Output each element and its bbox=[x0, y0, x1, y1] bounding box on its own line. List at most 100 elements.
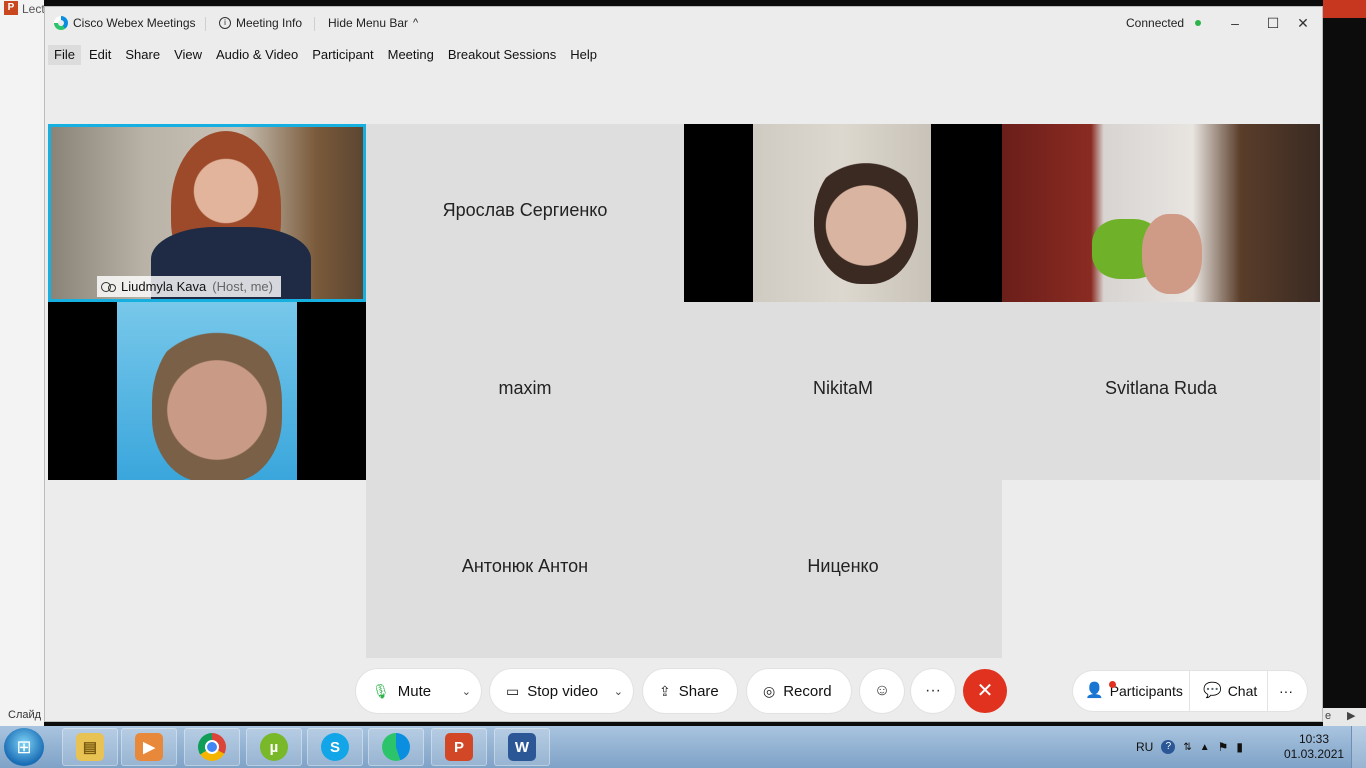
network-icon[interactable]: ▮ bbox=[1236, 740, 1243, 754]
participants-button[interactable]: 👤 Participants bbox=[1085, 671, 1183, 711]
chat-label: Chat bbox=[1227, 683, 1258, 699]
mute-label: Mute bbox=[397, 682, 432, 700]
folder-icon: ▤ bbox=[76, 733, 104, 761]
reactions-button[interactable]: ☺ bbox=[860, 669, 904, 713]
chat-button[interactable]: 💬 Chat bbox=[1203, 671, 1257, 711]
taskbar-utorrent[interactable]: µ bbox=[246, 728, 302, 766]
more-options-button[interactable]: ··· bbox=[911, 669, 955, 713]
taskbar-powerpoint[interactable]: P bbox=[431, 728, 487, 766]
taskbar-word[interactable]: W bbox=[494, 728, 550, 766]
clock-time: 10:33 bbox=[1298, 732, 1330, 746]
video-tile-yaroslav[interactable]: Ярослав Сергиенко bbox=[366, 124, 684, 302]
maximize-button[interactable]: ☐ bbox=[1264, 14, 1282, 32]
video-tile-camera-4[interactable] bbox=[1002, 124, 1320, 302]
menu-help[interactable]: Help bbox=[562, 45, 603, 65]
minimize-button[interactable]: – bbox=[1226, 14, 1244, 32]
participant-name: maxim bbox=[498, 378, 552, 398]
share-label: Share bbox=[678, 682, 719, 700]
show-hidden-icon[interactable]: ▲ bbox=[1200, 742, 1210, 753]
video-tile-host[interactable]: Liudmyla Kava (Host, me) bbox=[48, 124, 366, 302]
menu-edit[interactable]: Edit bbox=[81, 45, 117, 65]
video-grid: Liudmyla Kava (Host, me) Ярослав Сергиен… bbox=[48, 124, 1320, 660]
system-tray: RU ? ⇅ ▲ ⚑ ▮ bbox=[1136, 726, 1243, 768]
chevron-down-icon[interactable]: ⌄ bbox=[462, 685, 471, 698]
meeting-info-label: Meeting Info bbox=[236, 16, 303, 30]
word-icon: W bbox=[508, 733, 536, 761]
mute-button[interactable]: 🎙 Mute ⌄ bbox=[356, 669, 481, 713]
app-name: Cisco Webex Meetings bbox=[73, 16, 196, 30]
taskbar-webex[interactable] bbox=[368, 728, 424, 766]
menu-meeting[interactable]: Meeting bbox=[380, 45, 440, 65]
chevron-down-icon[interactable]: ⌄ bbox=[614, 685, 623, 698]
record-icon: ◎ bbox=[763, 682, 776, 699]
background-right-edge: e ▶ bbox=[1323, 0, 1366, 726]
video-tile-antonyuk[interactable]: Антонюк Антон bbox=[366, 480, 684, 658]
close-icon: ✕ bbox=[976, 680, 994, 702]
menu-file[interactable]: File bbox=[48, 45, 81, 65]
host-name-label: Liudmyla Kava (Host, me) bbox=[97, 276, 281, 297]
menu-view[interactable]: View bbox=[166, 45, 208, 65]
participant-name: Svitlana Ruda bbox=[1104, 378, 1218, 398]
record-button[interactable]: ◎ Record bbox=[747, 669, 851, 713]
clock[interactable]: 10:33 01.03.2021 bbox=[1284, 732, 1344, 762]
share-icon: ⇪ bbox=[659, 682, 671, 699]
participant-name: Ярослав Сергиенко bbox=[442, 200, 608, 220]
video-tile-camera-5[interactable] bbox=[48, 302, 366, 480]
panel-more-button[interactable]: ··· bbox=[1279, 671, 1293, 711]
webex-icon bbox=[382, 733, 410, 761]
share-button[interactable]: ⇪ Share bbox=[643, 669, 737, 713]
stop-video-label: Stop video bbox=[527, 682, 599, 700]
chevron-up-icon: ^ bbox=[413, 17, 419, 29]
help-icon[interactable]: ? bbox=[1161, 740, 1176, 754]
taskbar-skype[interactable]: S bbox=[307, 728, 363, 766]
video-tile-maxim[interactable]: maxim bbox=[366, 302, 684, 480]
video-tile-nitsenko[interactable]: Ниценко bbox=[684, 480, 1002, 658]
chat-icon: 💬 bbox=[1203, 682, 1222, 699]
menu-breakout-sessions[interactable]: Breakout Sessions bbox=[440, 45, 562, 65]
record-label: Record bbox=[783, 682, 832, 700]
start-button[interactable]: ⊞ bbox=[4, 728, 44, 766]
emoji-icon: ☺ bbox=[873, 682, 891, 699]
more-icon: ··· bbox=[925, 682, 941, 699]
utorrent-icon: µ bbox=[260, 733, 288, 761]
menu-share[interactable]: Share bbox=[117, 45, 166, 65]
clock-date: 01.03.2021 bbox=[1284, 747, 1345, 761]
background-close-button[interactable] bbox=[1323, 0, 1366, 18]
participant-name: NikitaM bbox=[812, 378, 873, 398]
hide-menu-bar-button[interactable]: Hide Menu Bar ^ bbox=[328, 16, 418, 30]
speaker-icon bbox=[101, 281, 116, 293]
action-center-flag-icon[interactable]: ⚑ bbox=[1218, 740, 1229, 754]
taskbar-media-player[interactable]: ▶ bbox=[121, 728, 177, 766]
taskbar-explorer[interactable]: ▤ bbox=[62, 728, 118, 766]
notification-dot bbox=[1109, 681, 1116, 688]
arrows-icon[interactable]: ⇅ bbox=[1183, 742, 1191, 753]
meeting-info-button[interactable]: i Meeting Info bbox=[219, 16, 302, 30]
participant-name: Liudmyla Kava bbox=[121, 279, 207, 294]
powerpoint-icon: P bbox=[4, 1, 18, 15]
taskbar-chrome[interactable] bbox=[184, 728, 240, 766]
right-controls: 👤 Participants 💬 Chat ··· bbox=[1073, 671, 1307, 711]
participants-icon: 👤 bbox=[1085, 682, 1104, 699]
participants-label: Participants bbox=[1109, 683, 1183, 699]
media-player-icon: ▶ bbox=[135, 733, 163, 761]
info-icon: i bbox=[219, 17, 231, 29]
participant-role: (Host, me) bbox=[212, 279, 273, 294]
background-app-window: P Lect Слайд bbox=[0, 0, 45, 726]
video-tile-nikitam[interactable]: NikitaM bbox=[684, 302, 1002, 480]
app-title: Cisco Webex Meetings bbox=[54, 16, 196, 30]
video-camera-icon: ▭ bbox=[506, 682, 520, 699]
microphone-icon: 🎙 bbox=[372, 682, 390, 699]
video-tile-camera-3[interactable] bbox=[684, 124, 1002, 302]
webex-logo-icon bbox=[54, 16, 68, 30]
menu-bar: File Edit Share View Audio & Video Parti… bbox=[45, 45, 603, 65]
language-indicator[interactable]: RU bbox=[1136, 740, 1153, 754]
close-button[interactable]: ✕ bbox=[1294, 14, 1312, 32]
stop-video-button[interactable]: ▭ Stop video ⌄ bbox=[490, 669, 633, 713]
show-desktop-button[interactable] bbox=[1351, 726, 1366, 768]
menu-audio-video[interactable]: Audio & Video bbox=[208, 45, 304, 65]
leave-meeting-button[interactable]: ✕ bbox=[963, 669, 1007, 713]
participant-name: Ниценко bbox=[807, 556, 879, 576]
background-right-text: e ▶ bbox=[1323, 708, 1366, 726]
menu-participant[interactable]: Participant bbox=[304, 45, 379, 65]
video-tile-svitlana[interactable]: Svitlana Ruda bbox=[1002, 302, 1320, 480]
